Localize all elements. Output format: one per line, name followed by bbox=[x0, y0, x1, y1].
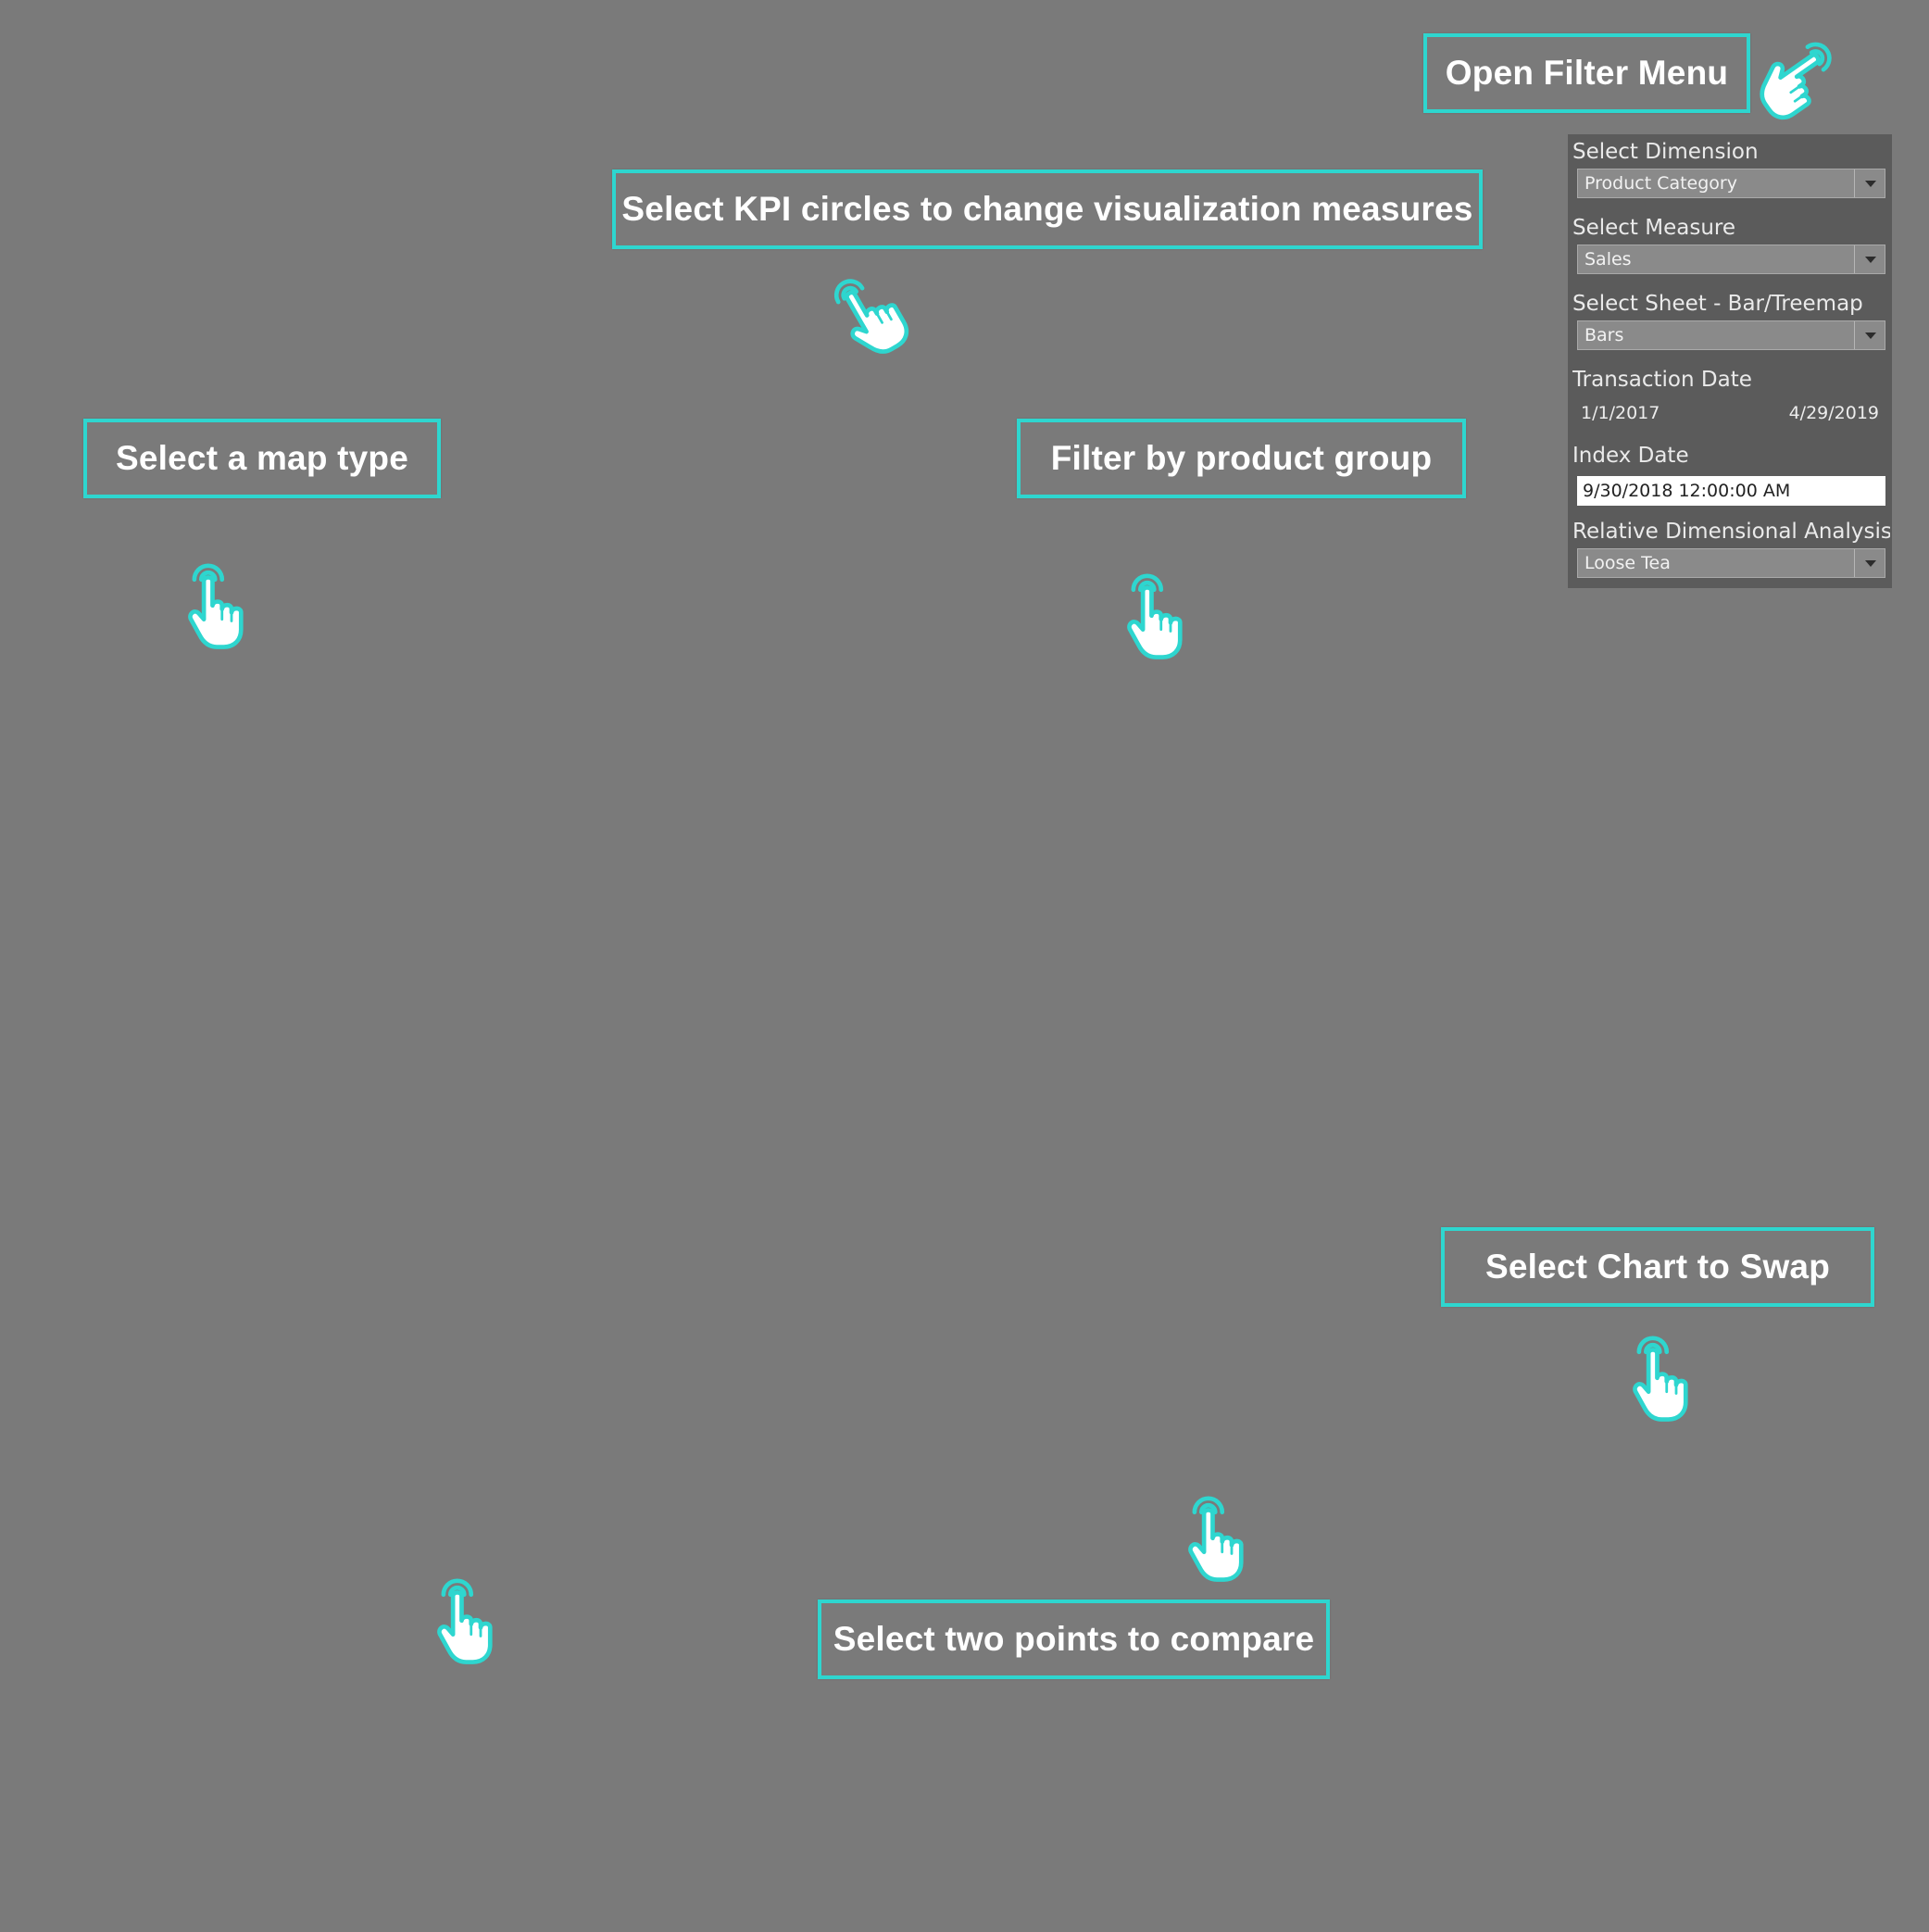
chevron-down-icon[interactable] bbox=[1854, 245, 1885, 273]
pointing-hand-icon bbox=[1734, 12, 1872, 147]
index-date-label: Index Date bbox=[1572, 444, 1689, 468]
measure-label: Select Measure bbox=[1572, 216, 1736, 240]
pointing-hand-icon bbox=[421, 1565, 514, 1669]
dimension-value: Product Category bbox=[1585, 173, 1737, 194]
dimension-label: Select Dimension bbox=[1572, 140, 1759, 164]
dimension-select[interactable]: Product Category bbox=[1577, 169, 1885, 198]
pointing-hand-icon bbox=[1111, 560, 1204, 664]
dashboard-help-overlay: { "colors": { "background": "#7a7a7a", "… bbox=[0, 0, 1929, 1932]
chevron-down-icon[interactable] bbox=[1854, 321, 1885, 349]
index-date-input[interactable]: 9/30/2018 12:00:00 AM bbox=[1577, 476, 1885, 506]
transaction-date-start[interactable]: 1/1/2017 bbox=[1581, 403, 1660, 423]
pointing-hand-icon bbox=[172, 550, 265, 654]
product-group-callout: Filter by product group bbox=[1017, 419, 1466, 498]
transaction-date-label: Transaction Date bbox=[1572, 368, 1752, 392]
chevron-down-icon[interactable] bbox=[1854, 169, 1885, 197]
measure-value: Sales bbox=[1585, 249, 1632, 270]
sheet-label: Select Sheet - Bar/Treemap bbox=[1572, 292, 1863, 316]
pointing-hand-icon bbox=[1617, 1323, 1710, 1426]
sheet-select[interactable]: Bars bbox=[1577, 320, 1885, 350]
relative-analysis-label: Relative Dimensional Analysis.. bbox=[1572, 520, 1890, 544]
open-filter-menu-callout[interactable]: Open Filter Menu bbox=[1423, 33, 1750, 113]
chart-swap-callout: Select Chart to Swap bbox=[1441, 1227, 1874, 1307]
pointing-hand-icon bbox=[805, 242, 937, 378]
filter-panel: Select Dimension Product Category Select… bbox=[1568, 134, 1892, 588]
kpi-circles-callout: Select KPI circles to change visualizati… bbox=[612, 169, 1483, 249]
relative-analysis-value: Loose Tea bbox=[1585, 553, 1671, 573]
two-points-callout: Select two points to compare bbox=[818, 1600, 1330, 1679]
sheet-value: Bars bbox=[1585, 325, 1624, 345]
chevron-down-icon[interactable] bbox=[1854, 549, 1885, 577]
relative-analysis-select[interactable]: Loose Tea bbox=[1577, 548, 1885, 578]
measure-select[interactable]: Sales bbox=[1577, 245, 1885, 274]
map-type-callout: Select a map type bbox=[83, 419, 441, 498]
transaction-date-end[interactable]: 4/29/2019 bbox=[1789, 403, 1879, 423]
pointing-hand-icon bbox=[1172, 1483, 1265, 1587]
